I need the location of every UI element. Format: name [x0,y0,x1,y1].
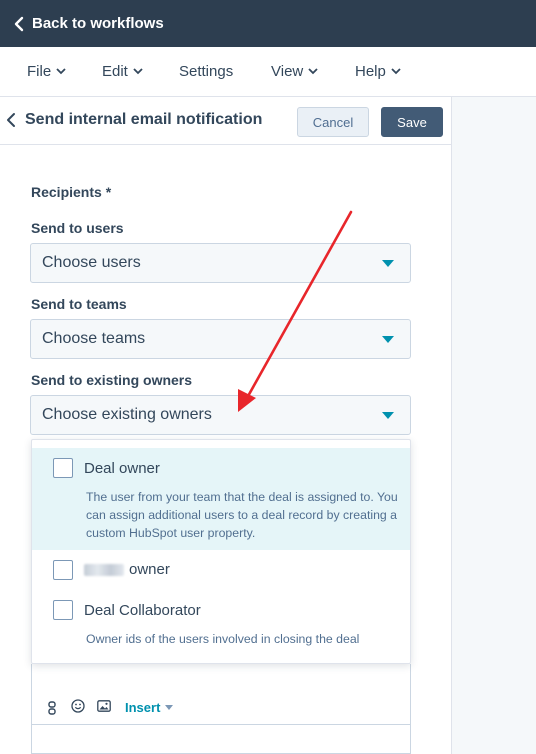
menu-view-label: View [271,63,304,80]
teams-select[interactable]: Choose teams [30,319,411,359]
send-to-owners-label: Send to existing owners [31,372,193,388]
menu-file-label: File [27,63,52,80]
panel-title: Send internal email notification [25,111,263,128]
caret-down-icon [165,705,174,710]
editor-toolbar: Insert [32,689,410,725]
link-icon[interactable] [48,701,56,715]
option-description: The user from your team that the deal is… [86,490,398,540]
users-select-value: Choose users [42,254,141,271]
option-description: Owner ids of the users involved in closi… [86,632,360,646]
owners-dropdown-menu: Deal owner The user from your team that … [31,439,411,664]
chevron-down-icon [56,68,66,75]
top-bar: Back to workflows [0,0,536,47]
menu-help[interactable]: Help [355,63,401,80]
caret-down-icon [382,336,394,343]
owner-checkbox[interactable] [53,560,73,580]
option-label-text: owner [129,561,170,578]
menu-settings-label: Settings [179,63,234,80]
email-body-editor: Insert [31,664,411,754]
insert-label: Insert [125,700,161,715]
insert-button[interactable]: Insert [125,700,174,715]
image-icon[interactable] [97,700,111,712]
chevron-down-icon [391,68,401,75]
option-deal-collaborator[interactable]: Deal Collaborator Owner ids of the users… [32,590,410,660]
send-to-teams-label: Send to teams [31,296,127,312]
menu-edit[interactable]: Edit [102,63,143,80]
caret-down-icon [382,260,394,267]
menu-file[interactable]: File [27,63,66,80]
chevron-down-icon [133,68,143,75]
deal-owner-checkbox[interactable] [53,458,73,478]
chevron-left-icon [14,16,24,31]
deal-collaborator-checkbox[interactable] [53,600,73,620]
back-label: Back to workflows [32,15,164,32]
option-label: owner [84,561,170,578]
redacted-text [84,564,124,577]
caret-down-icon [382,412,394,419]
emoji-icon[interactable] [71,699,85,713]
menu-edit-label: Edit [102,63,128,80]
menu-help-label: Help [355,63,386,80]
teams-select-value: Choose teams [42,330,146,347]
cancel-button[interactable]: Cancel [297,107,369,137]
option-label: Deal owner [84,460,160,477]
send-to-users-label: Send to users [31,220,124,236]
menu-view[interactable]: View [271,63,318,80]
option-deal-owner[interactable]: Deal owner The user from your team that … [32,448,410,550]
users-select[interactable]: Choose users [30,243,411,283]
save-button[interactable]: Save [381,107,443,137]
back-to-workflows-link[interactable]: Back to workflows [14,15,164,32]
owners-select[interactable]: Choose existing owners [30,395,411,435]
canvas-background [452,97,536,754]
panel-header: Send internal email notification Cancel … [0,97,452,145]
option-owner[interactable]: owner [32,552,410,590]
menu-settings[interactable]: Settings [179,63,233,80]
recipients-label: Recipients * [31,184,112,200]
option-label: Deal Collaborator [84,602,201,619]
chevron-down-icon [308,68,318,75]
menu-bar: File Edit Settings View Help [0,47,536,97]
chevron-left-icon [7,113,15,127]
panel-back-title[interactable]: Send internal email notification [6,111,262,129]
owners-select-value: Choose existing owners [42,406,212,423]
